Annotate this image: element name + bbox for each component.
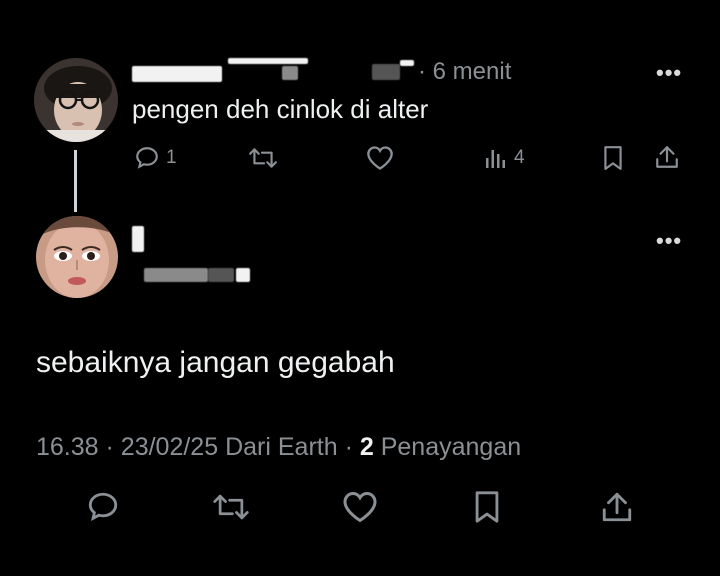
like-button[interactable] — [342, 490, 378, 524]
repost-icon — [213, 494, 249, 520]
share-button[interactable] — [600, 490, 634, 524]
tweet-metadata: 16.38 · 23/02/25 Dari Earth · 2 Penayang… — [36, 433, 521, 462]
share-icon — [656, 146, 678, 168]
tweet-text: sebaiknya jangan gegabah — [36, 346, 395, 379]
reply-author-name-redacted — [132, 66, 222, 82]
share-icon — [602, 492, 632, 522]
reply-author-avatar[interactable] — [34, 58, 118, 142]
more-icon[interactable]: ••• — [656, 62, 682, 84]
reply-author-handle-redacted — [400, 60, 414, 66]
reply-text: pengen deh cinlok di alter — [132, 94, 429, 124]
heart-icon — [343, 491, 377, 523]
reply-author-name-redacted — [228, 58, 308, 64]
repost-icon — [249, 148, 277, 168]
views-button[interactable]: 4 — [484, 145, 525, 171]
tweet-views-label: Penayangan — [380, 433, 522, 461]
bookmark-button[interactable] — [602, 145, 624, 171]
repost-button[interactable] — [248, 145, 284, 171]
quoted-author-name-redacted — [132, 226, 144, 252]
reply-timestamp[interactable]: · 6 menit — [418, 58, 511, 86]
reply-icon — [136, 147, 158, 169]
reply-author-handle-redacted — [372, 64, 400, 80]
bookmark-icon — [604, 146, 622, 170]
heart-icon — [367, 146, 393, 170]
reply-button[interactable]: 1 — [134, 145, 177, 171]
share-button[interactable] — [654, 144, 680, 170]
tweet-date[interactable]: 23/02/25 — [121, 433, 218, 461]
quoted-author-handle-redacted — [208, 268, 234, 282]
reply-author-handle-redacted — [282, 66, 298, 80]
quoted-author-handle-redacted — [236, 268, 250, 282]
views-count: 4 — [514, 147, 525, 168]
quoted-author-avatar[interactable] — [36, 216, 118, 298]
reply-button[interactable] — [86, 490, 120, 524]
tweet-time[interactable]: 16.38 — [36, 433, 99, 461]
tweet-source: Dari Earth — [225, 433, 338, 461]
reply-icon — [88, 492, 118, 522]
quoted-author-handle-redacted — [144, 268, 208, 282]
separator: · — [344, 433, 360, 461]
more-icon[interactable]: ••• — [656, 230, 682, 252]
separator: · — [105, 433, 121, 461]
tweet-views-count: 2 — [359, 433, 374, 461]
bookmark-icon — [475, 491, 499, 523]
repost-button[interactable] — [212, 490, 250, 524]
thread-connector-line — [74, 150, 77, 212]
views-icon — [486, 150, 505, 168]
bookmark-button[interactable] — [472, 490, 502, 524]
reply-count: 1 — [166, 147, 177, 168]
like-button[interactable] — [366, 145, 400, 171]
